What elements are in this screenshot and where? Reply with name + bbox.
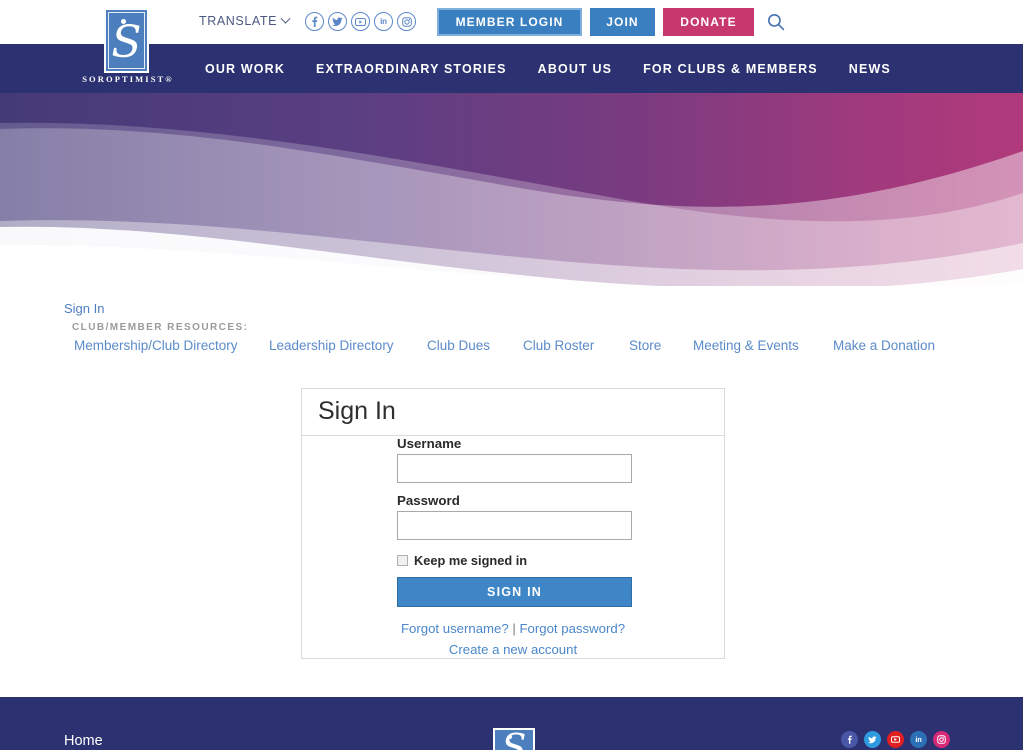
logo-mark-icon: S (104, 8, 149, 73)
password-label: Password (397, 493, 460, 508)
linkedin-icon[interactable]: in (910, 731, 927, 748)
logo-wordmark: SOROPTIMIST® (82, 74, 174, 84)
footer-social-links: in (841, 731, 950, 748)
nav-item-about-us[interactable]: ABOUT US (538, 62, 612, 76)
keep-signed-in-row: Keep me signed in (397, 553, 527, 568)
page-root: TRANSLATE in MEMBER LOGIN JOIN DONATE OU… (0, 0, 1023, 750)
translate-label: TRANSLATE (199, 14, 278, 28)
resource-link-make-a-donation[interactable]: Make a Donation (833, 338, 935, 353)
forgot-password-link[interactable]: Forgot password? (519, 621, 625, 636)
club-member-resources-label: CLUB/MEMBER RESOURCES: (72, 322, 249, 333)
member-login-button[interactable]: MEMBER LOGIN (437, 8, 582, 36)
sign-in-button[interactable]: SIGN IN (397, 577, 632, 607)
forgot-username-link[interactable]: Forgot username? (401, 621, 509, 636)
sign-in-form: Username Password Keep me signed in SIGN… (302, 436, 724, 658)
resource-link-store[interactable]: Store (629, 338, 661, 353)
nav-item-for-clubs-members[interactable]: FOR CLUBS & MEMBERS (643, 62, 818, 76)
page-title: Sign In (318, 397, 396, 425)
resource-link-club-dues[interactable]: Club Dues (427, 338, 490, 353)
youtube-icon[interactable] (887, 731, 904, 748)
sign-in-card-header: Sign In (302, 389, 724, 436)
username-label: Username (397, 436, 462, 451)
resource-link-club-roster[interactable]: Club Roster (523, 338, 594, 353)
twitter-icon[interactable] (328, 12, 347, 31)
chevron-down-icon (280, 13, 291, 24)
resource-link-membership-club-directory[interactable]: Membership/Club Directory (74, 338, 238, 353)
instagram-icon[interactable] (933, 731, 950, 748)
breadcrumb[interactable]: Sign In (64, 301, 104, 316)
youtube-icon[interactable] (351, 12, 370, 31)
keep-signed-in-label[interactable]: Keep me signed in (414, 553, 527, 568)
translate-selector[interactable]: TRANSLATE (199, 13, 291, 28)
create-account-link[interactable]: Create a new account (449, 642, 577, 657)
soroptimist-logo[interactable]: S SOROPTIMIST® (78, 3, 178, 91)
footer-home-link[interactable]: Home (64, 733, 103, 749)
resource-link-leadership-directory[interactable]: Leadership Directory (269, 338, 394, 353)
username-input[interactable] (397, 454, 632, 483)
resource-link-meeting-events[interactable]: Meeting & Events (693, 338, 799, 353)
sign-in-card: Sign In Username Password Keep me signed… (301, 388, 725, 659)
hero-banner (0, 93, 1023, 290)
nav-item-news[interactable]: NEWS (849, 62, 891, 76)
join-button[interactable]: JOIN (590, 8, 655, 36)
keep-signed-in-checkbox[interactable] (397, 555, 408, 566)
search-icon[interactable] (766, 12, 786, 32)
footer-logo-icon[interactable]: S (493, 728, 535, 750)
instagram-icon[interactable] (397, 12, 416, 31)
forgot-links-row: Forgot username? | Forgot password? (302, 621, 724, 636)
facebook-icon[interactable] (305, 12, 324, 31)
create-account-row: Create a new account (302, 642, 724, 657)
password-input[interactable] (397, 511, 632, 540)
twitter-icon[interactable] (864, 731, 881, 748)
donate-button[interactable]: DONATE (663, 8, 754, 36)
facebook-icon[interactable] (841, 731, 858, 748)
forgot-separator: | (508, 621, 520, 636)
linkedin-icon[interactable]: in (374, 12, 393, 31)
header-social-links: in (305, 12, 416, 31)
nav-item-our-work[interactable]: OUR WORK (205, 62, 285, 76)
nav-item-extraordinary-stories[interactable]: EXTRAORDINARY STORIES (316, 62, 507, 76)
hero-wave-graphic (0, 93, 1023, 290)
